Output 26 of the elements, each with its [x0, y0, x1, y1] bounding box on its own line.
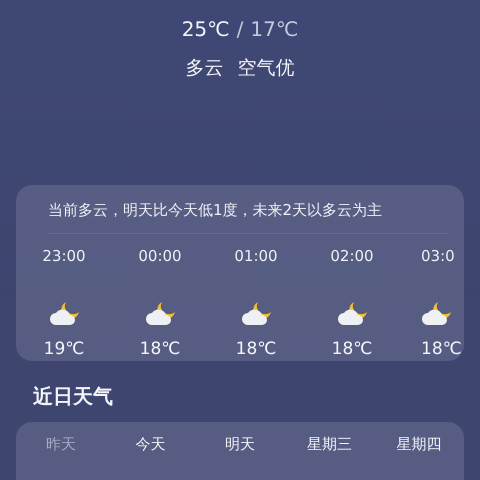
hour-time: 00:00 [138, 246, 182, 266]
low-temperature: 17℃ [250, 16, 298, 42]
hour-temperature: 18℃ [236, 338, 276, 360]
weather-condition: 多云 [186, 56, 224, 81]
day-label[interactable]: 今天 [106, 422, 196, 480]
hour-temperature: 19℃ [44, 338, 84, 360]
hour-time: 23:00 [42, 246, 86, 266]
high-temperature: 25℃ [182, 16, 230, 42]
hour-temperature: 18℃ [421, 338, 462, 360]
separator: / [236, 16, 244, 42]
cloudy-night-icon [144, 300, 176, 326]
cloudy-night-icon [48, 300, 80, 326]
cloudy-night-icon [336, 300, 368, 326]
hour-temperature: 18℃ [332, 338, 372, 360]
day-label[interactable]: 星期四 [374, 422, 464, 480]
hour-time: 03:0 [421, 246, 455, 266]
air-quality: 空气优 [238, 56, 294, 81]
cloudy-night-icon [421, 300, 452, 326]
cloudy-night-icon [240, 300, 272, 326]
day-label[interactable]: 星期三 [284, 422, 374, 480]
section-title: 近日天气 [33, 383, 113, 410]
forecast-summary: 当前多云，明天比今天低1度，未来2天以多云为主 [48, 200, 448, 234]
hour-temperature: 18℃ [140, 338, 180, 360]
hour-time: 02:00 [330, 246, 374, 266]
hour-time: 01:00 [234, 246, 278, 266]
day-label[interactable]: 明天 [195, 422, 285, 480]
